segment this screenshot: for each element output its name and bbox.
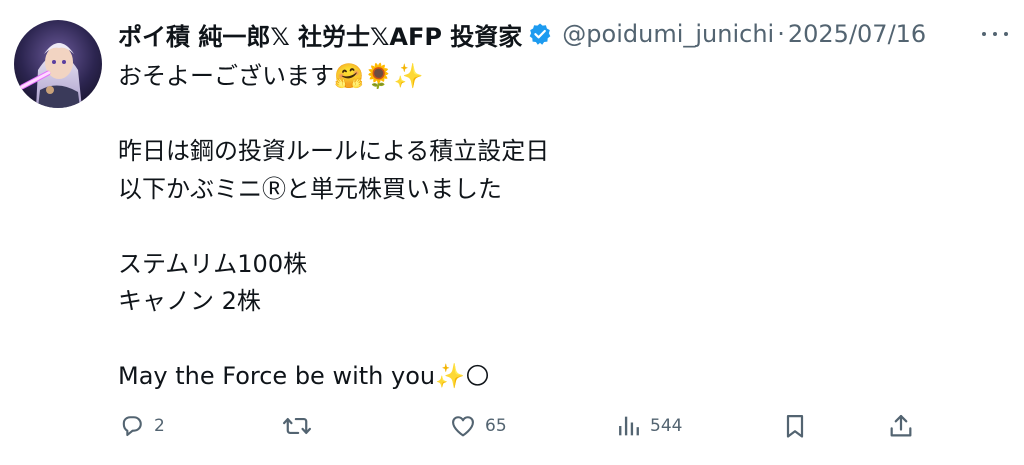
- reply-button[interactable]: 2: [118, 408, 165, 444]
- bookmark-icon: [786, 414, 804, 438]
- share-icon: [890, 414, 912, 437]
- views-button[interactable]: 544: [616, 408, 682, 444]
- like-count: 65: [485, 416, 507, 436]
- repost-icon: [282, 417, 312, 435]
- bookmark-button[interactable]: [782, 408, 808, 444]
- verified-badge-icon: [528, 22, 552, 46]
- reply-count: 2: [154, 416, 165, 436]
- action-bar: 2 65 544: [0, 408, 1024, 444]
- repost-button[interactable]: [282, 408, 320, 444]
- author-display-name[interactable]: ポイ積 純一郎𝕏 社労士𝕏AFP 投資家: [118, 17, 522, 52]
- views-count: 544: [650, 416, 683, 436]
- reply-icon: [122, 416, 142, 437]
- avatar-image: [14, 20, 102, 108]
- author-handle[interactable]: @poidumi_junichi: [562, 20, 774, 48]
- more-options-icon[interactable]: [982, 22, 1008, 46]
- heart-icon: [452, 416, 474, 437]
- post-text: おそよーございます🤗🌻✨ 昨日は鋼の投資ルールによる積立設定日 以下かぶミニⓇと…: [118, 62, 550, 390]
- tweet-header: ポイ積 純一郎𝕏 社労士𝕏AFP 投資家 @poidumi_junichi · …: [118, 14, 926, 54]
- views-chart-icon: [619, 416, 639, 436]
- like-button[interactable]: 65: [449, 408, 507, 444]
- tweet: ポイ積 純一郎𝕏 社労士𝕏AFP 投資家 @poidumi_junichi · …: [0, 0, 1024, 465]
- more-dot: [982, 32, 986, 36]
- avatar[interactable]: [14, 20, 102, 108]
- share-button[interactable]: [887, 408, 915, 444]
- separator-dot: ·: [777, 20, 785, 48]
- more-dot: [1004, 32, 1008, 36]
- post-date[interactable]: 2025/07/16: [788, 20, 926, 48]
- more-dot: [993, 32, 997, 36]
